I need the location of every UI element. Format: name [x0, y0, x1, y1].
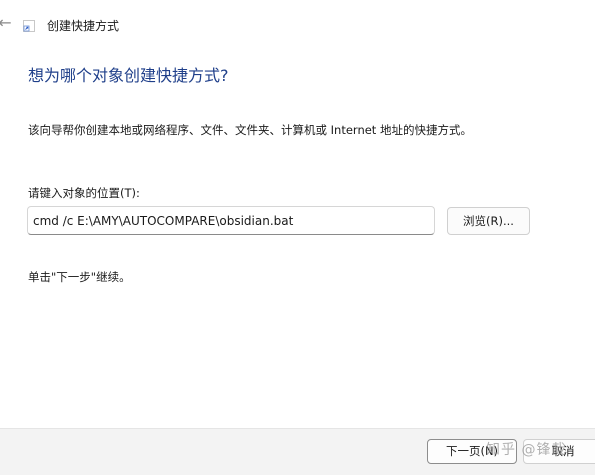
title-bar: ← 创建快捷方式 [0, 0, 595, 52]
window-title: 创建快捷方式 [47, 19, 120, 33]
wizard-description: 该向导帮你创建本地或网络程序、文件、文件夹、计算机或 Internet 地址的快… [28, 123, 472, 137]
shortcut-icon [23, 20, 35, 32]
cancel-button[interactable]: 取消 [523, 439, 595, 464]
location-label: 请键入对象的位置(T): [28, 186, 140, 200]
browse-button[interactable]: 浏览(R)... [447, 207, 530, 235]
next-hint-text: 单击"下一步"继续。 [28, 270, 131, 284]
page-heading: 想为哪个对象创建快捷方式? [28, 66, 229, 85]
next-button[interactable]: 下一页(N) [427, 439, 517, 464]
back-arrow-icon[interactable]: ← [0, 14, 14, 32]
footer-bar: 下一页(N) 取消 [0, 428, 595, 475]
location-input[interactable] [27, 206, 435, 235]
